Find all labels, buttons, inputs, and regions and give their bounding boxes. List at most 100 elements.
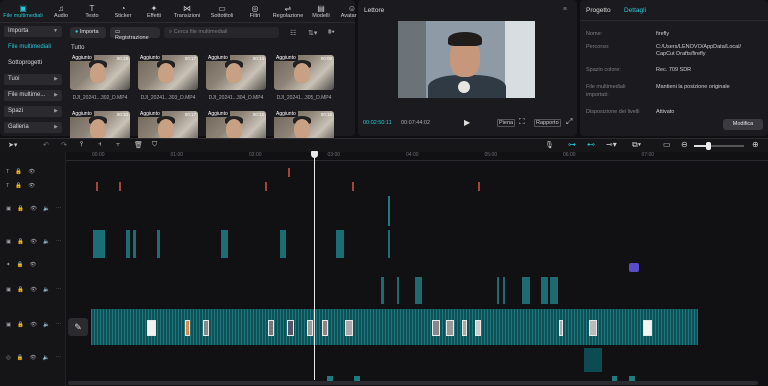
media-thumbnail[interactable]: Aggiunto 00:19 [70, 55, 130, 90]
main-track-icon[interactable]: ▣ [6, 322, 11, 328]
import-button[interactable]: ● Importa [70, 27, 106, 38]
text-clip[interactable] [352, 182, 354, 191]
delete-icon[interactable]: 🗑 [134, 141, 143, 149]
zoom-in-icon[interactable]: ⊕ [752, 140, 759, 149]
tab-filters[interactable]: ◎ Filtri [241, 2, 269, 20]
tab-sticker[interactable]: ◔ Sticker [109, 2, 137, 20]
overlay-clip[interactable] [397, 277, 399, 304]
search-input[interactable]: ⌕ Cerca file multimediali [164, 27, 279, 38]
eye-icon[interactable]: 👁 [30, 206, 37, 212]
menu-icon[interactable]: ≡ [563, 6, 567, 13]
sidebar-item-subprojects[interactable]: Sottoprogetti [4, 58, 62, 69]
lock-icon[interactable]: 🔒 [17, 287, 24, 293]
filter-icon[interactable]: ⩩▾ [328, 29, 335, 37]
tab-details[interactable]: Dettagli [624, 7, 646, 14]
overlay-clip[interactable] [522, 277, 530, 304]
text-clip[interactable] [478, 182, 480, 191]
more-icon[interactable]: ⋯ [56, 206, 62, 212]
audio-icon[interactable]: 🔈 [43, 239, 50, 245]
video-clip[interactable] [280, 230, 286, 258]
video-track-icon[interactable]: ▣ [6, 287, 11, 293]
tab-templates[interactable]: ▤ Modelli [307, 2, 335, 20]
tab-audio[interactable]: ♫ Audio [47, 2, 75, 20]
video-track-icon[interactable]: ▣ [6, 239, 11, 245]
zoom-out-icon[interactable]: ⊖ [681, 140, 688, 149]
clip-thumbnail[interactable] [345, 320, 353, 336]
sidebar-item-media[interactable]: File multimediali [4, 42, 62, 53]
eye-icon[interactable]: 👁 [28, 183, 35, 189]
tab-media[interactable]: ▣ File multimediali [2, 2, 44, 20]
video-clip[interactable] [388, 196, 390, 226]
link-main-icon[interactable]: ⊶ [568, 140, 576, 149]
video-clip[interactable] [336, 230, 344, 258]
cover-edit-button[interactable]: ✎ [68, 318, 88, 336]
sticker-clip[interactable] [629, 263, 639, 272]
tab-project[interactable]: Progetto [586, 7, 611, 14]
preview-axis-icon[interactable]: ⧉▾ [632, 140, 641, 150]
video-preview[interactable] [398, 21, 535, 98]
shield-icon[interactable]: ⛉ [152, 141, 157, 149]
redo-icon[interactable]: ↷ [61, 141, 67, 149]
grid-view-icon[interactable]: ☷ [290, 29, 296, 37]
more-icon[interactable]: ⋯ [56, 322, 62, 328]
record-button[interactable]: ▭ Registrazione [110, 27, 160, 41]
eye-icon[interactable]: 👁 [30, 322, 37, 328]
split-right-icon[interactable]: ⫟ [116, 141, 120, 149]
clip-thumbnail[interactable] [643, 320, 652, 336]
more-icon[interactable]: ⋯ [56, 355, 62, 361]
full-quality-button[interactable]: Piena [497, 119, 516, 127]
effects-track-icon[interactable]: ✦ [6, 262, 11, 268]
tab-text[interactable]: T Testo [78, 2, 106, 20]
clip-thumbnail[interactable] [268, 320, 274, 336]
sidebar-item-gallery[interactable]: Galleria ▶ [4, 122, 62, 133]
sidebar-item-yours[interactable]: Tuoi ▶ [4, 74, 62, 85]
select-tool-icon[interactable]: ➤▾ [8, 141, 17, 149]
more-icon[interactable]: ⋯ [56, 287, 62, 293]
video-clip[interactable] [126, 230, 130, 258]
playhead-handle[interactable] [311, 151, 318, 158]
timeline-scrollbar[interactable] [68, 381, 758, 385]
overlay-clip[interactable] [381, 277, 384, 304]
text-clip[interactable] [119, 182, 121, 191]
lock-icon[interactable]: 🔒 [17, 239, 24, 245]
video-clip[interactable] [93, 230, 105, 258]
text-clip[interactable] [288, 168, 290, 177]
magnet-icon[interactable]: ⊷ [587, 140, 595, 149]
zoom-slider-thumb[interactable] [706, 142, 711, 150]
media-thumbnail[interactable]: Aggiunto 00:17 [138, 55, 198, 90]
clip-thumbnail[interactable] [203, 320, 209, 336]
clip-thumbnail[interactable] [147, 320, 156, 336]
audio-clip[interactable] [584, 348, 602, 372]
lock-icon[interactable]: 🔒 [17, 262, 24, 268]
clip-thumbnail[interactable] [589, 320, 597, 336]
playhead[interactable] [311, 151, 318, 380]
more-icon[interactable]: ⋯ [56, 239, 62, 245]
microphone-icon[interactable]: 🎙 [545, 141, 554, 149]
sidebar-import[interactable]: Importa ▼ [4, 26, 62, 37]
eye-icon[interactable]: 👁 [30, 287, 37, 293]
split-icon[interactable]: ⫯ [80, 141, 83, 149]
main-track-clip[interactable] [91, 309, 698, 345]
ratio-button[interactable]: Rapporto [534, 119, 561, 127]
fullscreen-icon[interactable]: ⤢ [566, 117, 572, 127]
lock-icon[interactable]: 🔒 [17, 206, 24, 212]
undo-icon[interactable]: ↶ [43, 141, 49, 149]
clip-thumbnail[interactable] [446, 320, 454, 336]
video-clip[interactable] [221, 230, 228, 258]
video-clip[interactable] [157, 230, 160, 258]
clip-thumbnail[interactable] [462, 320, 467, 336]
eye-icon[interactable]: 👁 [29, 262, 36, 268]
sort-icon[interactable]: ⇅▾ [308, 29, 317, 37]
eye-icon[interactable]: 👁 [30, 355, 37, 361]
media-thumbnail[interactable]: Aggiunto 00:14 [206, 55, 266, 90]
audio-track-icon[interactable]: ◎ [6, 355, 11, 361]
link-icon[interactable]: ⊸▾ [606, 140, 617, 149]
clip-thumbnail[interactable] [432, 320, 440, 336]
lock-icon[interactable]: 🔒 [15, 183, 22, 189]
overlay-clip[interactable] [503, 277, 505, 304]
tab-effects[interactable]: ✦ Effetti [140, 2, 168, 20]
video-track-icon[interactable]: ▣ [6, 206, 11, 212]
overlay-clip[interactable] [550, 277, 558, 304]
video-clip[interactable] [133, 230, 136, 258]
modify-button[interactable]: Modifica [723, 119, 763, 130]
